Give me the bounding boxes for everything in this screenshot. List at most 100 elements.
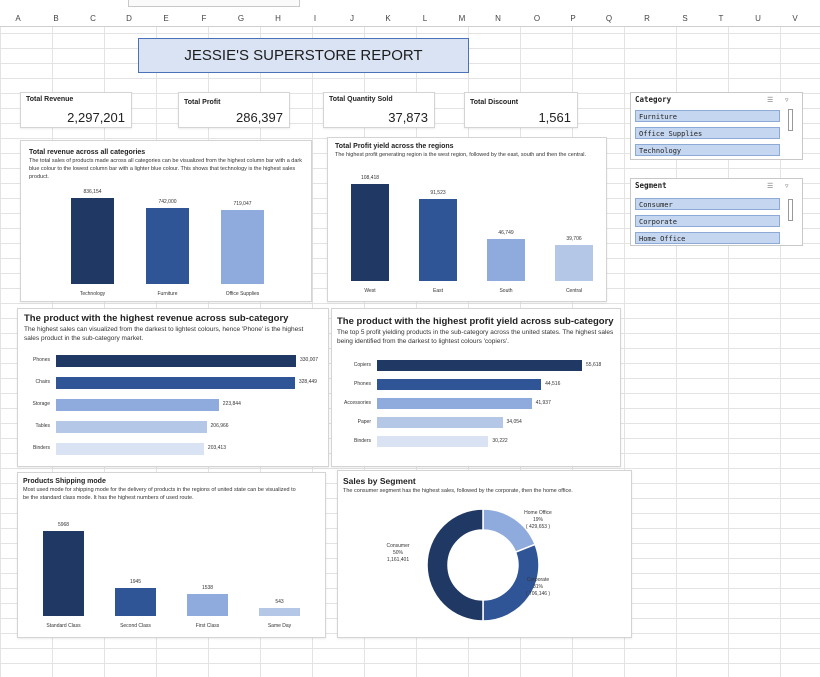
slicer-item-furniture[interactable]: Furniture <box>635 110 780 122</box>
column-header-q[interactable]: Q <box>606 14 612 23</box>
column-header-r[interactable]: R <box>644 14 650 23</box>
kpi-value: 37,873 <box>388 110 428 125</box>
axis-label: Furniture <box>157 291 178 297</box>
data-label: 203,413 <box>207 445 226 451</box>
kpi-total-profit[interactable]: Total Profit 286,397 <box>178 92 290 128</box>
column-header-o[interactable]: O <box>534 14 540 23</box>
slice-label: Consumer <box>386 543 409 549</box>
bar-tables[interactable] <box>56 421 207 433</box>
chart-profit-by-subcategory[interactable]: The product with the highest profit yiel… <box>331 308 621 467</box>
axis-label: Second Class <box>120 623 151 629</box>
multi-select-icon[interactable]: ☰ <box>767 182 773 190</box>
axis-label: West <box>364 288 376 294</box>
bar-phones[interactable] <box>56 355 296 367</box>
axis-label: Same Day <box>267 623 292 629</box>
column-header-f[interactable]: F <box>202 14 207 23</box>
data-label: 206,966 <box>210 423 229 429</box>
data-label: 30,222 <box>492 438 508 444</box>
multi-select-icon[interactable]: ☰ <box>767 96 773 104</box>
column-header-l[interactable]: L <box>423 14 427 23</box>
slice-consumer[interactable] <box>426 508 484 622</box>
category-label: Tables <box>35 423 50 429</box>
category-label: Chairs <box>35 379 50 385</box>
column-header-e[interactable]: E <box>163 14 168 23</box>
axis-label: First Class <box>195 623 220 629</box>
bar-technology[interactable] <box>71 198 114 284</box>
kpi-label: Total Discount <box>470 99 519 106</box>
column-header-k[interactable]: K <box>385 14 390 23</box>
slicer-scrollbar[interactable] <box>788 199 793 221</box>
data-label: 41,937 <box>535 400 551 406</box>
column-header-d[interactable]: D <box>126 14 132 23</box>
clear-filter-icon[interactable]: ▿ <box>785 182 789 190</box>
slicer-item-consumer[interactable]: Consumer <box>635 198 780 210</box>
slice-label: 1,161,401 <box>387 557 409 563</box>
slice-label: Corporate <box>527 577 549 583</box>
kpi-total-revenue[interactable]: Total Revenue 2,297,201 <box>20 92 132 128</box>
bar-first-class[interactable] <box>187 594 228 616</box>
bar-west[interactable] <box>351 184 389 281</box>
column-header-a[interactable]: A <box>15 14 20 23</box>
bar-accessories[interactable] <box>377 398 532 409</box>
slicer-scrollbar[interactable] <box>788 109 793 131</box>
data-label: 91,523 <box>430 190 446 197</box>
kpi-value: 286,397 <box>236 110 283 125</box>
chart-revenue-by-category[interactable]: Total revenue across all categories The … <box>20 140 312 302</box>
bar-chairs[interactable] <box>56 377 295 389</box>
slicer-item-corporate[interactable]: Corporate <box>635 215 780 227</box>
column-header-g[interactable]: G <box>238 14 244 23</box>
bar-binders[interactable] <box>377 436 489 447</box>
category-label: Binders <box>33 445 50 451</box>
bar-office-supplies[interactable] <box>221 210 264 284</box>
column-header-t[interactable]: T <box>719 14 724 23</box>
column-header-v[interactable]: V <box>792 14 797 23</box>
column-header-m[interactable]: M <box>459 14 466 23</box>
kpi-total-discount[interactable]: Total Discount 1,561 <box>464 92 578 128</box>
slicer-item-office-supplies[interactable]: Office Supplies <box>635 127 780 139</box>
bar-south[interactable] <box>487 239 525 281</box>
category-label: Binders <box>354 438 371 444</box>
slice-label: 50% <box>393 550 404 556</box>
axis-label: Technology <box>79 291 106 297</box>
slicer-title: Segment <box>635 181 667 190</box>
bar-copiers[interactable] <box>377 360 582 371</box>
data-label: 543 <box>275 599 284 606</box>
slicer-item-technology[interactable]: Technology <box>635 144 780 156</box>
segment-slicer[interactable]: Segment ☰ ▿ Consumer Corporate Home Offi… <box>630 178 803 246</box>
bar-east[interactable] <box>419 199 457 281</box>
clear-filter-icon[interactable]: ▿ <box>785 96 789 104</box>
column-header-n[interactable]: N <box>495 14 501 23</box>
axis-label: South <box>499 288 513 294</box>
category-label: Accessories <box>344 400 371 406</box>
column-header-h[interactable]: H <box>275 14 281 23</box>
column-header-b[interactable]: B <box>53 14 58 23</box>
axis-label: East <box>432 288 444 294</box>
category-slicer[interactable]: Category ☰ ▿ Furniture Office Supplies T… <box>630 92 803 160</box>
bar-second-class[interactable] <box>115 588 156 616</box>
ribbon-edge <box>128 0 300 7</box>
chart-shipping-mode[interactable]: Products Shipping mode Most used mode fo… <box>17 472 326 638</box>
bar-same-day[interactable] <box>259 608 300 616</box>
column-header-i[interactable]: I <box>314 14 316 23</box>
column-header-s[interactable]: S <box>682 14 687 23</box>
chart-revenue-by-subcategory[interactable]: The product with the highest revenue acr… <box>17 308 329 467</box>
bar-storage[interactable] <box>56 399 219 411</box>
kpi-value: 1,561 <box>538 110 571 125</box>
bar-central[interactable] <box>555 245 593 281</box>
chart-profit-by-region[interactable]: Total Profit yield across the regions Th… <box>327 137 607 302</box>
kpi-total-quantity[interactable]: Total Quantity Sold 37,873 <box>323 92 435 128</box>
axis-label: Central <box>565 288 583 294</box>
slicer-item-home-office[interactable]: Home Office <box>635 232 780 244</box>
column-header-c[interactable]: C <box>90 14 96 23</box>
column-header-p[interactable]: P <box>570 14 575 23</box>
category-label: Phones <box>354 381 371 387</box>
bar-phones[interactable] <box>377 379 542 390</box>
column-header-j[interactable]: J <box>350 14 354 23</box>
bar-paper[interactable] <box>377 417 503 428</box>
bar-binders[interactable] <box>56 443 204 455</box>
bar-standard-class[interactable] <box>43 531 84 616</box>
chart-sales-by-segment[interactable]: Sales by Segment The consumer segment ha… <box>337 470 632 638</box>
category-label: Copiers <box>353 362 371 368</box>
bar-furniture[interactable] <box>146 207 189 284</box>
column-header-u[interactable]: U <box>755 14 761 23</box>
